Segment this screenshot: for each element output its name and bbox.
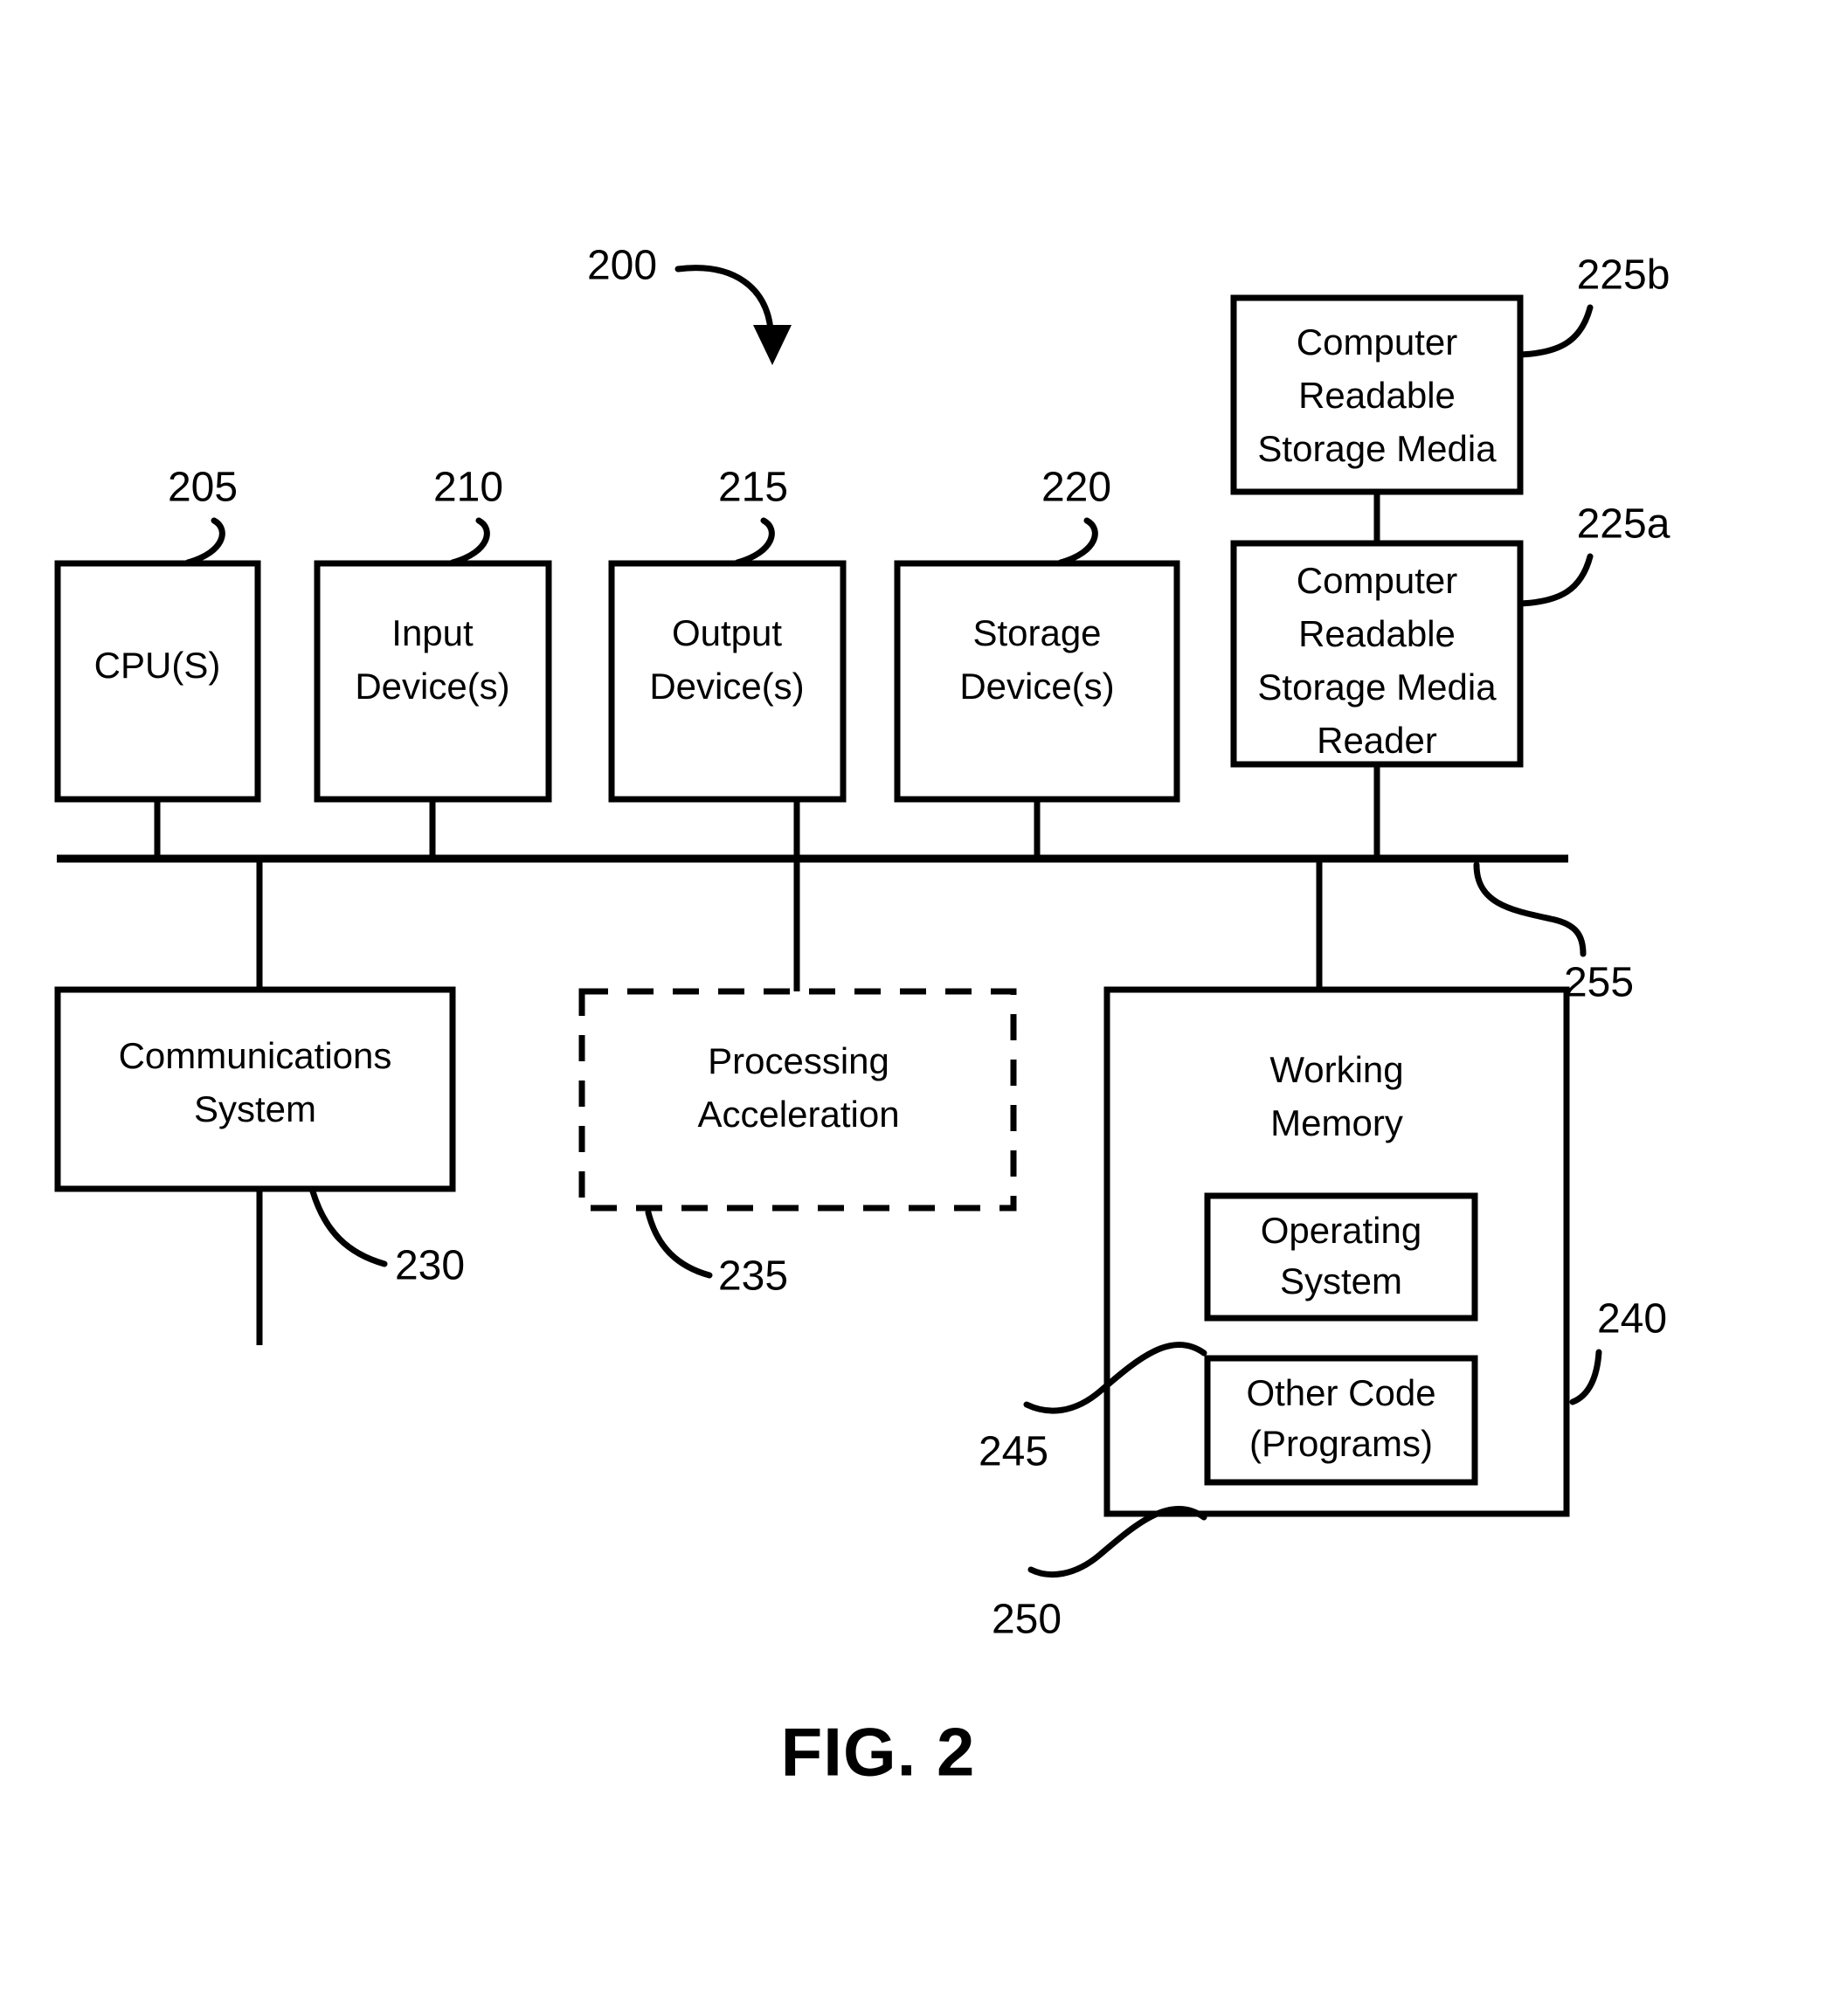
block-reader-label-line-0: Computer xyxy=(1297,560,1457,601)
ref-label-215: 215 xyxy=(718,465,788,511)
ref-250-leader-line xyxy=(1027,1505,1207,1578)
block-crsm-label-line-1: Readable xyxy=(1298,375,1456,416)
block-operating-system-label-line-1: System xyxy=(1280,1260,1402,1301)
ref-label-230: 230 xyxy=(395,1243,465,1289)
ref-label-210: 210 xyxy=(433,465,503,511)
ref-label-235: 235 xyxy=(718,1253,788,1300)
ref-240-leader-line xyxy=(1569,1349,1602,1405)
ref-200-leader-line xyxy=(674,265,774,334)
ref-label-220: 220 xyxy=(1041,465,1111,511)
ref-210-leader-line xyxy=(449,517,490,566)
ref-label-200: 200 xyxy=(587,243,657,289)
system-block-diagram: 200 205 210 215 220 CPU(S) Input Device(… xyxy=(54,243,1670,1791)
block-other-code-label-line-0: Other Code xyxy=(1246,1372,1435,1413)
ref-220-leader-line xyxy=(1057,517,1098,566)
ref-label-225b: 225b xyxy=(1577,252,1670,299)
ref-215-leader-line xyxy=(734,517,775,566)
block-output-devices-label-line-0: Output xyxy=(672,612,782,653)
block-operating-system-label-line-0: Operating xyxy=(1261,1210,1421,1251)
block-acceleration-label-line-1: Acceleration xyxy=(697,1094,899,1135)
ref-230-leader-line xyxy=(309,1188,388,1267)
figure-caption: FIG. 2 xyxy=(781,1714,976,1791)
ref-label-250: 250 xyxy=(992,1597,1062,1643)
block-communications-label-line-0: Communications xyxy=(119,1035,392,1076)
ref-200-arrow-head xyxy=(753,325,792,365)
block-storage-devices-label-line-1: Device(s) xyxy=(959,666,1114,707)
block-crsm-label-line-2: Storage Media xyxy=(1257,428,1497,469)
ref-label-255: 255 xyxy=(1564,960,1634,1006)
block-other-code-label-line-1: (Programs) xyxy=(1249,1423,1433,1464)
ref-label-205: 205 xyxy=(168,465,238,511)
block-reader-label-line-1: Readable xyxy=(1298,613,1456,654)
ref-245-leader-line xyxy=(1023,1342,1207,1414)
ref-label-225a: 225a xyxy=(1577,501,1670,548)
block-crsm-label-line-0: Computer xyxy=(1297,321,1457,362)
block-output-devices-label-line-1: Device(s) xyxy=(649,666,804,707)
block-cpu-label-line-0: CPU(S) xyxy=(94,645,221,686)
ref-225a-leader-line xyxy=(1517,553,1594,607)
patent-figure-page: 200 205 210 215 220 CPU(S) Input Device(… xyxy=(0,0,1826,2016)
block-acceleration-label-line-0: Processing xyxy=(708,1040,889,1081)
ref-225b-leader-line xyxy=(1517,304,1594,358)
block-working-memory-label-line-1: Memory xyxy=(1270,1102,1403,1143)
ref-label-240: 240 xyxy=(1597,1296,1667,1343)
ref-205-leader-line xyxy=(184,517,225,566)
block-input-devices-label-line-1: Device(s) xyxy=(355,666,509,707)
block-reader-label-line-2: Storage Media xyxy=(1257,666,1497,708)
ref-255-leader-line xyxy=(1473,861,1587,957)
block-communications-label-line-1: System xyxy=(194,1088,316,1129)
block-input-devices-label-line-0: Input xyxy=(391,612,474,653)
ref-label-245: 245 xyxy=(979,1429,1048,1475)
block-working-memory-label-line-0: Working xyxy=(1269,1049,1403,1090)
block-reader-label-line-3: Reader xyxy=(1317,720,1437,761)
ref-235-leader-line xyxy=(645,1209,713,1279)
block-storage-devices-label-line-0: Storage xyxy=(972,612,1101,653)
